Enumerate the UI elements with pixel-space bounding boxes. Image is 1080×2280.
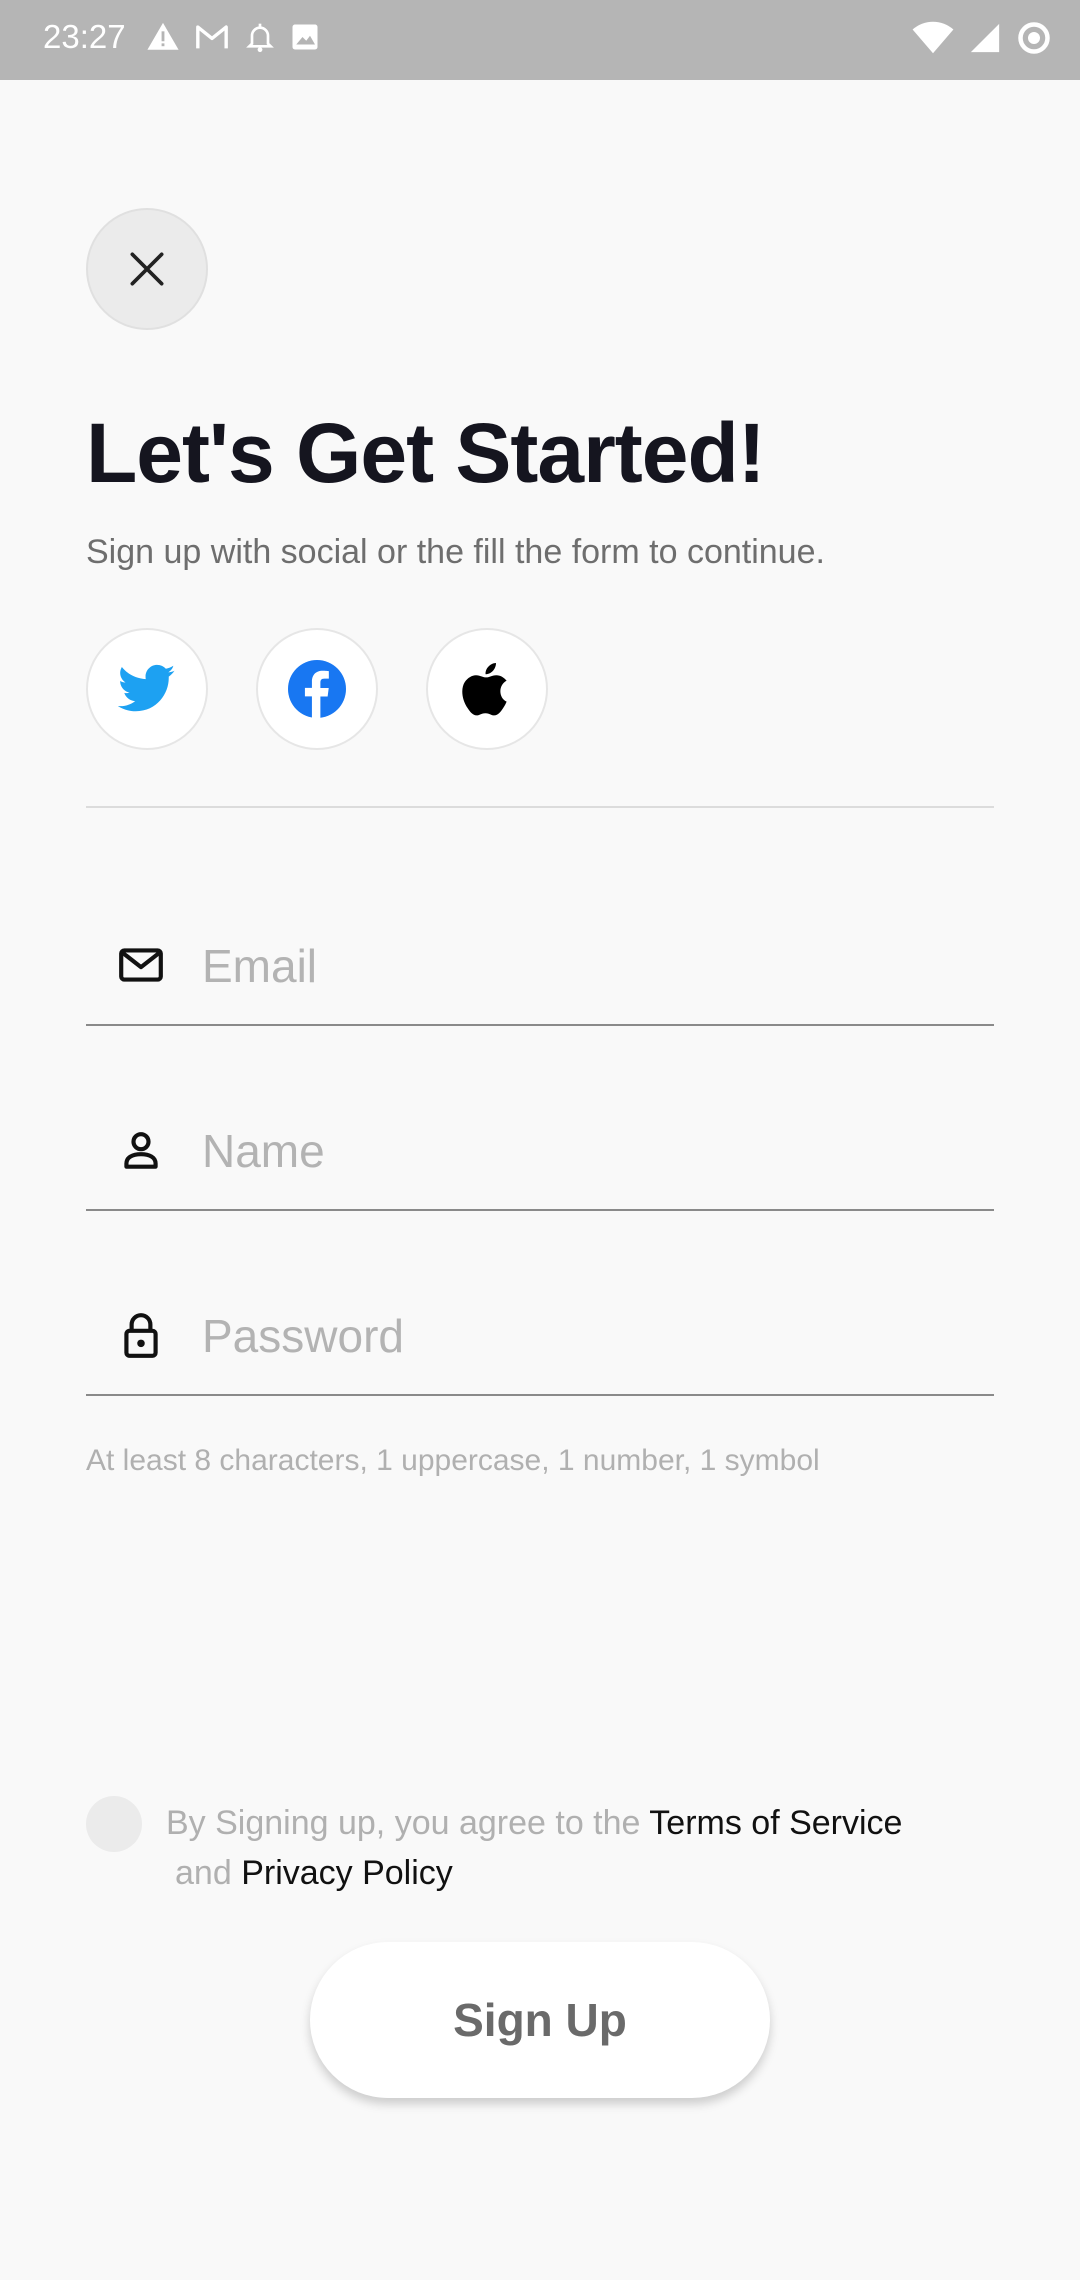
agreement-and: and (175, 1854, 242, 1892)
close-icon (130, 252, 164, 286)
lock-icon (124, 1313, 158, 1358)
name-field[interactable] (86, 1091, 994, 1211)
password-field[interactable] (86, 1276, 994, 1396)
image-icon (292, 24, 318, 50)
facebook-icon (288, 660, 346, 718)
twitter-icon (118, 664, 176, 712)
status-time: 23:27 (43, 18, 126, 55)
signal-icon (970, 23, 1000, 53)
privacy-policy-link[interactable]: Privacy Policy (241, 1854, 453, 1892)
apple-icon (462, 663, 507, 716)
sync-icon (1018, 22, 1050, 54)
terms-of-service-link[interactable]: Terms of Service (649, 1804, 902, 1842)
terms-agreement-text: By Signing up, you agree to the Terms of… (166, 1798, 996, 1898)
notification-bell-icon (246, 23, 274, 53)
close-button[interactable] (86, 208, 208, 330)
password-input[interactable] (200, 1276, 984, 1396)
name-input[interactable] (200, 1091, 984, 1211)
email-field[interactable] (86, 906, 994, 1026)
gmail-icon (196, 25, 228, 49)
social-login-row (86, 628, 548, 750)
terms-checkbox[interactable] (86, 1796, 142, 1852)
facebook-login-button[interactable] (256, 628, 378, 750)
wifi-icon (912, 21, 954, 54)
status-bar: 23:27 (0, 0, 1080, 80)
apple-login-button[interactable] (426, 628, 548, 750)
twitter-login-button[interactable] (86, 628, 208, 750)
status-system-icons (912, 20, 1052, 56)
page-title: Let's Get Started! (86, 406, 766, 500)
status-notification-icons (146, 20, 320, 54)
agreement-prefix: By Signing up, you agree to the (166, 1804, 650, 1842)
mail-icon (119, 948, 163, 982)
signup-button[interactable]: Sign Up (310, 1942, 770, 2098)
person-icon (124, 1132, 158, 1169)
password-hint: At least 8 characters, 1 uppercase, 1 nu… (86, 1444, 820, 1477)
warning-icon (147, 22, 179, 50)
email-input[interactable] (200, 906, 984, 1026)
page-subtitle: Sign up with social or the fill the form… (86, 533, 825, 571)
section-divider (86, 806, 994, 808)
